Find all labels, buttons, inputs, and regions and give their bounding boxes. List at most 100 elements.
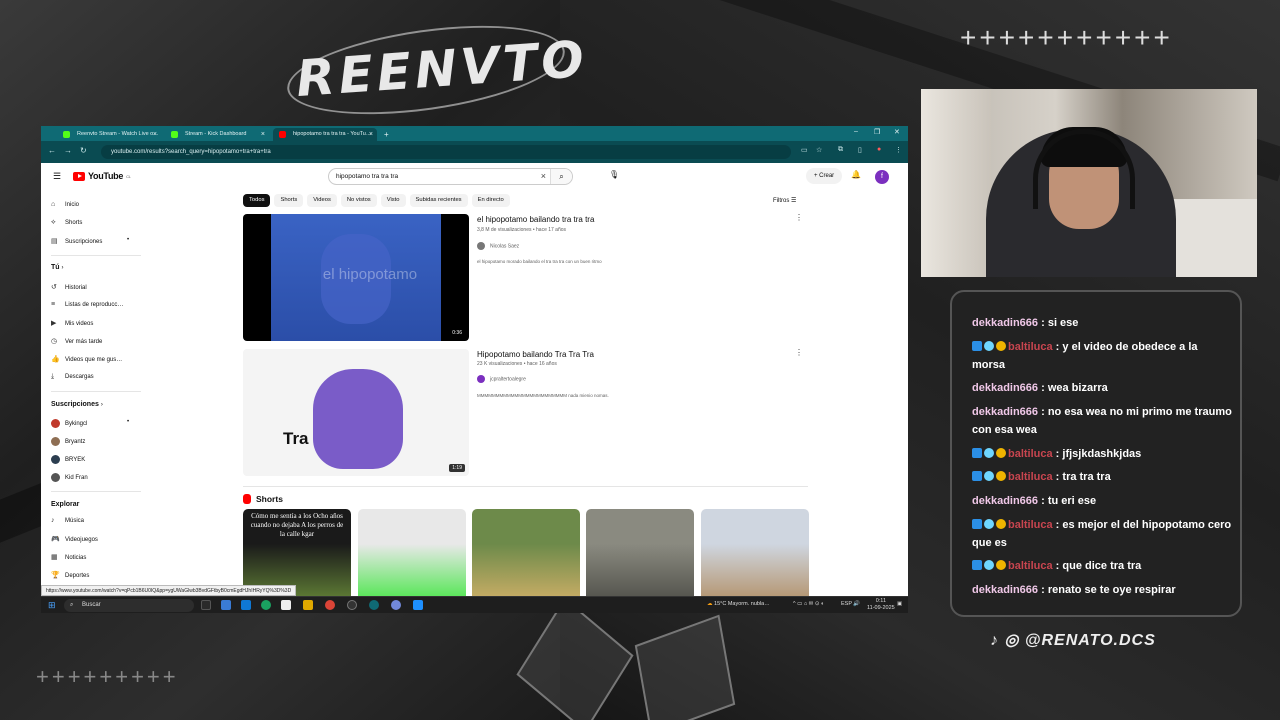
cast-icon[interactable]: ▭: [801, 146, 808, 154]
discord-icon[interactable]: [391, 600, 401, 610]
channel-name: Bryantz: [65, 439, 86, 446]
profile-icon[interactable]: ●: [877, 146, 881, 153]
back-icon[interactable]: ←: [48, 146, 56, 155]
language-indicator[interactable]: ESP: [841, 601, 852, 607]
chat-message: dekkadin666 : wea bizarra: [972, 382, 1108, 394]
chip-no-vistos[interactable]: No vistos: [340, 194, 377, 207]
chip-todos[interactable]: Todos: [243, 194, 271, 207]
youtube-logo[interactable]: YouTube CL: [73, 171, 131, 181]
task-view-icon[interactable]: [201, 600, 211, 610]
app-icon[interactable]: [221, 600, 231, 610]
notifications-bell-icon[interactable]: 🔔: [851, 170, 861, 179]
close-icon[interactable]: ×: [153, 128, 157, 141]
extensions-icon[interactable]: ⧉: [838, 146, 843, 154]
browser-tab-active[interactable]: hipopotamo tra tra tra - YouTu… ×: [273, 128, 377, 141]
sidebar-channel[interactable]: Bryantz: [51, 437, 85, 446]
hamburger-menu-icon[interactable]: ☰: [53, 171, 61, 182]
chat-message: baltiluca : tra tra tra: [972, 468, 1232, 486]
url-field[interactable]: youtube.com/results?search_query=hipopot…: [101, 145, 791, 159]
thumbnail-overlay-text: el hipopotamo: [322, 266, 418, 283]
video-title[interactable]: el hipopotamo bailando tra tra tra: [477, 215, 594, 224]
volume-icon[interactable]: 🔊: [853, 601, 860, 607]
video-channel[interactable]: Nicolas Saez: [477, 242, 519, 250]
close-window-icon[interactable]: ✕: [894, 128, 900, 136]
region-code: CL: [126, 173, 131, 179]
video-thumbnail[interactable]: Tra 1:19: [243, 349, 469, 476]
video-description: el hipopotamo morado bailando el tra tra…: [477, 259, 602, 264]
reload-icon[interactable]: ↻: [80, 146, 87, 155]
weather-widget[interactable]: ☁ 15°C Mayorm. nubla…: [707, 601, 770, 607]
chip-subidas-recientes[interactable]: Subidas recientes: [409, 194, 468, 207]
video-title[interactable]: Hipopotamo bailando Tra Tra Tra: [477, 350, 594, 359]
sidebar-item-my-videos[interactable]: ▶ Mis videos: [51, 319, 93, 327]
sidebar-item-subscriptions[interactable]: ▤ Suscripciones: [51, 237, 102, 245]
curtain: [921, 89, 991, 277]
sidebar-channel[interactable]: Bykingcl: [51, 419, 87, 428]
edge-icon[interactable]: [261, 600, 271, 610]
file-explorer-icon[interactable]: [303, 600, 313, 610]
filters-button[interactable]: Filtros ☰: [773, 197, 796, 204]
avatar[interactable]: f: [875, 170, 889, 184]
short-card[interactable]: Cómo me sentía a los Ocho años cuando no…: [243, 509, 351, 596]
microphone-icon[interactable]: 🎙: [609, 170, 619, 179]
video-channel[interactable]: jcpraltertoalegre: [477, 375, 526, 383]
video-thumbnail[interactable]: el hipopotamo 0:36 ☝: [243, 214, 469, 341]
sidebar-channel[interactable]: BRYEK: [51, 455, 85, 464]
sidebar-channel[interactable]: Kid Fran: [51, 473, 88, 482]
new-tab-button[interactable]: +: [381, 128, 395, 141]
app-icon[interactable]: [413, 600, 423, 610]
sidebar-item-gaming[interactable]: 🎮 Videojuegos: [51, 535, 98, 543]
taskbar-search[interactable]: ⌕ Buscar: [64, 599, 194, 612]
bookmark-star-icon[interactable]: ☆: [816, 146, 822, 154]
sidebar-item-music[interactable]: ♪ Música: [51, 517, 84, 524]
sidebar-item-liked-videos[interactable]: 👍 Videos que me gus…: [51, 355, 122, 363]
short-card[interactable]: [586, 509, 694, 596]
sidebar-item-inicio[interactable]: ⌂ Inicio: [51, 201, 79, 208]
forward-icon[interactable]: →: [64, 146, 72, 155]
sidebar-item-watch-later[interactable]: ◷ Ver más tarde: [51, 337, 102, 345]
system-tray-icons[interactable]: ^ ▭ ⌂ ✉ ⊙ ◐: [793, 601, 824, 607]
notifications-icon[interactable]: ▣: [897, 601, 902, 607]
sidebar-section-subscriptions[interactable]: Suscripciones ›: [51, 401, 103, 408]
chip-videos[interactable]: Videos: [307, 194, 337, 207]
close-icon[interactable]: ×: [369, 128, 373, 141]
search-icon[interactable]: ⌕: [550, 169, 572, 184]
search-input[interactable]: hipopotamo tra tra tra × ⌕: [328, 168, 573, 185]
short-card[interactable]: [701, 509, 809, 596]
browser-tab[interactable]: Reenvto Stream - Watch Live o… ×: [57, 128, 161, 141]
more-options-icon[interactable]: ⋮: [795, 213, 803, 222]
weather-text: 15°C Mayorm. nubla…: [714, 601, 770, 607]
sidepanel-icon[interactable]: ▯: [858, 146, 862, 154]
sidebar-item-sports[interactable]: 🏆 Deportes: [51, 571, 89, 579]
clock[interactable]: 0:11 11-09-2025: [867, 598, 895, 612]
obs-icon[interactable]: [347, 600, 357, 610]
chip-visto[interactable]: Visto: [380, 194, 406, 207]
store-icon[interactable]: [281, 600, 291, 610]
close-icon[interactable]: ×: [261, 128, 265, 141]
chrome-icon[interactable]: [325, 600, 335, 610]
create-button[interactable]: + Crear: [806, 168, 843, 184]
more-options-icon[interactable]: ⋮: [795, 348, 803, 357]
sidebar-item-history[interactable]: ↺ Historial: [51, 283, 87, 291]
minimize-icon[interactable]: –: [854, 128, 858, 135]
chrome-profile-icon[interactable]: [369, 600, 379, 610]
browser-tab[interactable]: Stream - Kick Dashboard ×: [165, 128, 269, 141]
sidebar-item-shorts[interactable]: ⟡ Shorts: [51, 219, 82, 227]
youtube-icon: [279, 131, 286, 138]
sidebar-section-you[interactable]: Tú ›: [51, 264, 64, 271]
outlook-icon[interactable]: [241, 600, 251, 610]
short-card[interactable]: [358, 509, 466, 596]
short-card[interactable]: [472, 509, 580, 596]
chip-shorts[interactable]: Shorts: [274, 194, 304, 207]
menu-kebab-icon[interactable]: ⋮: [895, 146, 902, 154]
windows-start-icon[interactable]: ⊞: [48, 600, 56, 611]
maximize-icon[interactable]: ❐: [874, 128, 880, 136]
chip-en-directo[interactable]: En directo: [471, 194, 510, 207]
sidebar-divider: [51, 255, 141, 256]
chat-username: baltiluca: [1008, 448, 1053, 460]
clear-search-icon[interactable]: ×: [541, 169, 546, 184]
sidebar-item-playlists[interactable]: ≡ Listas de reproducc…: [51, 301, 123, 308]
sidebar-item-news[interactable]: ▦ Noticias: [51, 553, 86, 561]
sidebar-item-downloads[interactable]: ⤓ Descargas: [51, 373, 94, 381]
chat-message: dekkadin666 : renato se te oye respirar: [972, 584, 1176, 596]
